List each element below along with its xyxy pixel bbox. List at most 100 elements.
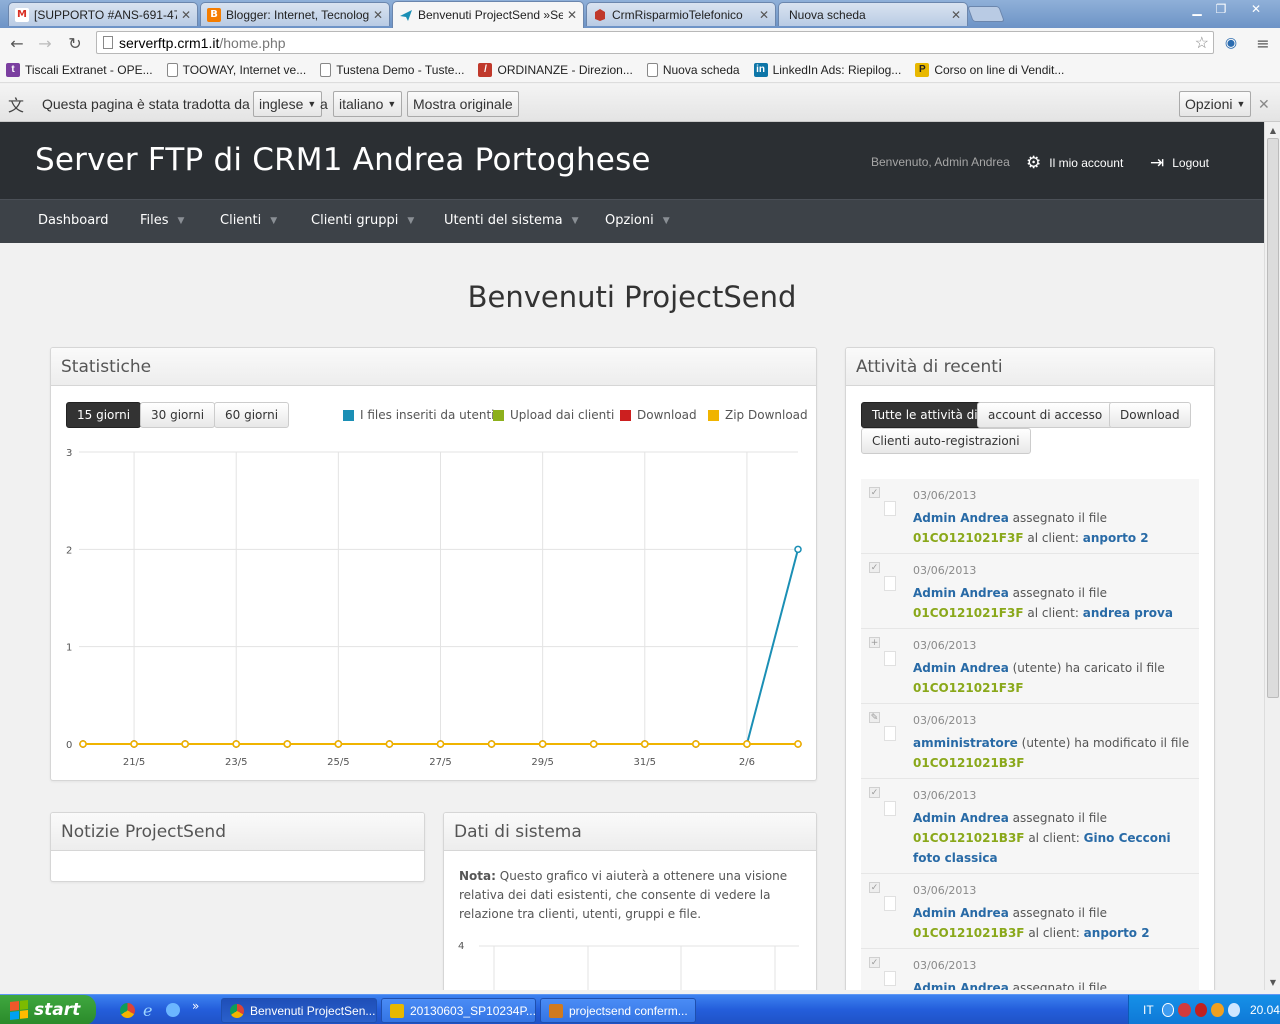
bookmark-item[interactable]: t Tiscali Extranet - OPE... [6, 62, 153, 77]
restore-icon[interactable]: ❐ [1208, 0, 1234, 18]
filter-download-button[interactable]: Download [1109, 402, 1191, 428]
tray-arrow-icon[interactable] [1161, 1003, 1175, 1017]
bookmark-label: Tiscali Extranet - OPE... [25, 62, 153, 77]
range-30-days-button[interactable]: 30 giorni [140, 402, 216, 428]
scrollbar-thumb[interactable] [1267, 138, 1279, 698]
site-title[interactable]: Server FTP di CRM1 Andrea Portoghese [35, 142, 651, 178]
account-link[interactable]: ⚙ Il mio account [1026, 153, 1123, 173]
tab-title: CrmRisparmioTelefonico [612, 7, 743, 22]
data-point [181, 740, 189, 748]
nav-clienti-gruppi[interactable]: Clienti gruppi ▼ [311, 213, 414, 228]
forward-arrow-icon[interactable]: → [34, 32, 56, 54]
activity-file-name[interactable]: 01CO121021F3F [913, 606, 1024, 620]
range-15-days-button[interactable]: 15 giorni [66, 402, 142, 428]
nav-dashboard[interactable]: Dashboard [38, 213, 109, 228]
chrome-quicklaunch-icon[interactable] [120, 1003, 135, 1018]
bookmark-item[interactable]: in LinkedIn Ads: Riepilog... [753, 62, 901, 77]
system-note: Nota: Questo grafico vi aiuterà a ottene… [459, 867, 789, 924]
taskbar-item[interactable]: Benvenuti ProjectSen... [221, 998, 377, 1023]
show-original-button[interactable]: Mostra originale [407, 91, 519, 117]
panel-title: Attività di recenti [846, 348, 1214, 386]
app-quicklaunch-icon[interactable] [166, 1003, 180, 1017]
activity-file-name[interactable]: 01CO121021F3F [913, 531, 1024, 545]
activity-user-link[interactable]: amministratore [913, 736, 1018, 750]
bookmark-item[interactable]: TOOWAY, Internet ve... [166, 62, 306, 77]
bookmark-item[interactable]: / ORDINANZE - Direzion... [478, 62, 633, 77]
tab-projectsend[interactable]: Benvenuti ProjectSend »Serv ✕ [392, 1, 584, 28]
network-icon[interactable] [1211, 1003, 1224, 1017]
filter-self-registration-button[interactable]: Clienti auto-registrazioni [861, 428, 1031, 454]
back-arrow-icon[interactable]: ← [6, 32, 28, 54]
start-button[interactable]: start [0, 995, 96, 1024]
filter-all-button[interactable]: Tutte le attività di [861, 402, 989, 428]
ordinanze-icon: / [478, 62, 493, 77]
activity-text: Admin Andrea assegnato il file 01CO121021… [913, 508, 1193, 548]
activity-user-link[interactable]: Admin Andrea [913, 981, 1009, 990]
tab-title: Blogger: Internet, Tecnologia [226, 7, 369, 22]
y-tick-label: 2 [66, 545, 72, 556]
close-icon[interactable]: ✕ [373, 8, 383, 22]
activity-file-name[interactable]: 01CO121021F3F [913, 681, 1024, 695]
close-icon[interactable]: ✕ [181, 8, 191, 22]
quicklaunch-expand-icon[interactable]: » [192, 999, 199, 1013]
tab-new[interactable]: Nuova scheda ✕ [778, 2, 968, 26]
activity-file-name[interactable]: 01CO121021B3F [913, 756, 1025, 770]
filter-login-button[interactable]: account di accesso [977, 402, 1114, 428]
antivirus-icon[interactable] [1178, 1003, 1191, 1017]
close-icon[interactable]: ✕ [1258, 91, 1270, 117]
nav-opzioni[interactable]: Opzioni ▼ [605, 213, 670, 228]
activity-client-link[interactable]: anporto 2 [1083, 531, 1149, 545]
activity-client-link[interactable]: anporto 2 [1084, 926, 1150, 940]
activity-user-link[interactable]: Admin Andrea [913, 661, 1009, 675]
source-language-select[interactable]: inglese ▼ [253, 91, 323, 117]
range-60-days-button[interactable]: 60 giorni [214, 402, 290, 428]
activity-file-name[interactable]: 01CO121021B3F [913, 926, 1025, 940]
minimize-icon[interactable]: ▁ [1184, 0, 1210, 18]
statistics-line-chart: 0 1 2 3 21/5 23/5 25/5 27/5 29/5 31/5 2/6 [66, 448, 802, 768]
star-icon[interactable]: ☆ [1195, 33, 1209, 53]
file-icon [884, 501, 896, 516]
assign-icon: ✓ [869, 882, 880, 893]
volume-icon[interactable] [1227, 1003, 1240, 1017]
ie-quicklaunch-icon[interactable]: e [143, 1001, 152, 1020]
logout-link[interactable]: ⇥ Logout [1150, 153, 1209, 173]
nav-clienti[interactable]: Clienti ▼ [220, 213, 277, 228]
activity-date: 03/06/2013 [913, 789, 977, 802]
target-language-select[interactable]: italiano ▼ [333, 91, 403, 117]
activity-user-link[interactable]: Admin Andrea [913, 586, 1009, 600]
activity-user-link[interactable]: Admin Andrea [913, 811, 1009, 825]
shield-icon[interactable] [1194, 1003, 1208, 1017]
new-tab-button[interactable] [967, 6, 1005, 22]
nav-files[interactable]: Files ▼ [140, 213, 184, 228]
activity-item: ✓ 03/06/2013 Admin Andrea assegnato il fil… [861, 479, 1199, 554]
y-tick-label: 1 [66, 643, 72, 654]
bookmark-item[interactable]: Nuova scheda [646, 62, 740, 77]
close-icon[interactable]: ✕ [567, 8, 577, 22]
activity-file-name[interactable]: 01CO121021B3F [913, 831, 1025, 845]
bookmark-item[interactable]: Tustena Demo - Tuste... [320, 62, 464, 77]
activity-user-link[interactable]: Admin Andrea [913, 906, 1009, 920]
language-indicator[interactable]: IT [1143, 1003, 1154, 1017]
assign-icon: ✓ [869, 487, 880, 498]
address-bar[interactable]: serverftp.crm1.it/home.php ☆ [96, 31, 1214, 54]
activity-client-link[interactable]: andrea prova [1083, 606, 1173, 620]
page-scrollbar[interactable]: ▲ ▼ [1264, 122, 1280, 990]
extension-icon[interactable]: ◉ [1220, 32, 1242, 54]
bookmark-item[interactable]: P Corso on line di Vendit... [915, 62, 1064, 77]
translate-options-button[interactable]: Opzioni ▼ [1179, 91, 1252, 117]
nav-utenti-sistema[interactable]: Utenti del sistema ▼ [444, 213, 579, 228]
taskbar-item[interactable]: projectsend conferm... [540, 998, 696, 1023]
activity-text: Admin Andrea (utente) ha caricato il fil… [913, 658, 1193, 698]
reload-icon[interactable]: ↻ [64, 32, 86, 54]
scroll-down-icon[interactable]: ▼ [1265, 974, 1280, 990]
close-icon[interactable]: ✕ [951, 8, 961, 22]
scroll-up-icon[interactable]: ▲ [1265, 122, 1280, 138]
tab-blogger[interactable]: B Blogger: Internet, Tecnologia ✕ [200, 2, 390, 26]
tab-crm[interactable]: CrmRisparmioTelefonico ✕ [586, 2, 776, 26]
window-close-icon[interactable]: ✕ [1238, 0, 1274, 18]
close-icon[interactable]: ✕ [759, 8, 769, 22]
menu-icon[interactable]: ≡ [1252, 32, 1274, 54]
taskbar-item[interactable]: 20130603_SP10234P... [381, 998, 536, 1023]
tab-gmail[interactable]: M [SUPPORTO #ANS-691-4781] ✕ [8, 2, 198, 26]
activity-user-link[interactable]: Admin Andrea [913, 511, 1009, 525]
